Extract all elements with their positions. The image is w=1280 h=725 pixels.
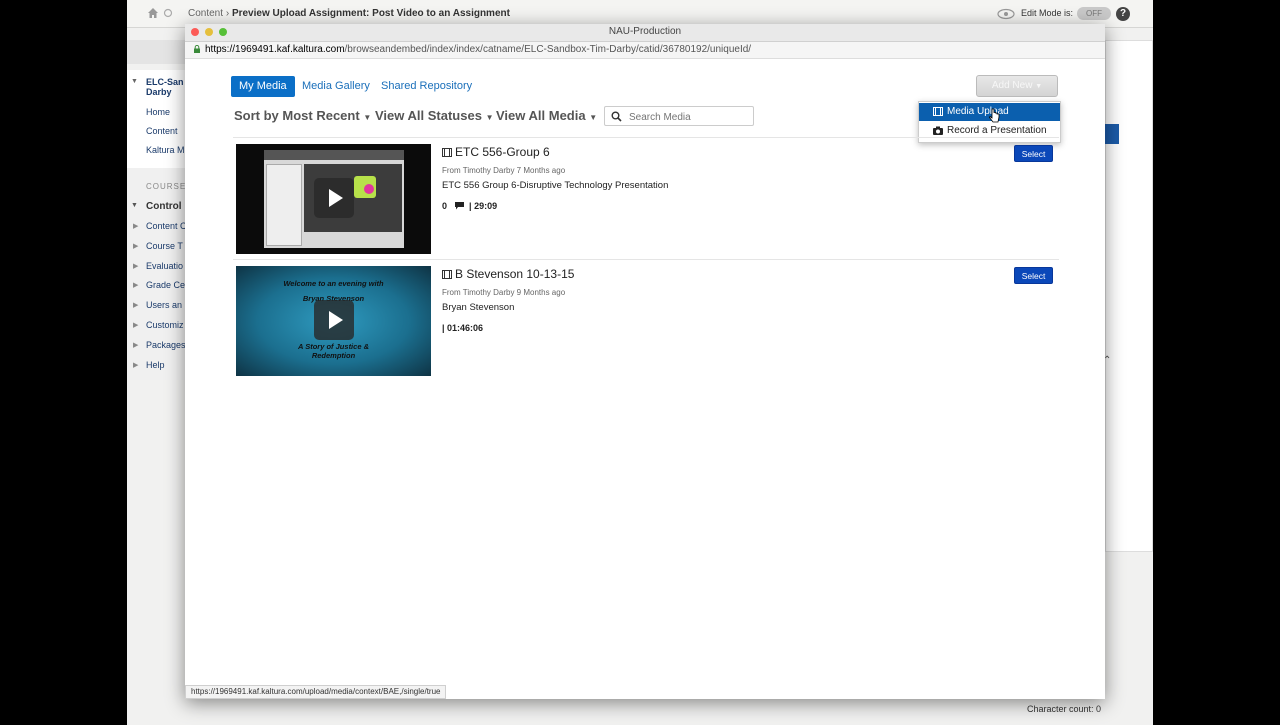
search-box[interactable] <box>604 106 754 126</box>
camera-icon <box>933 126 943 135</box>
entry-description: Bryan Stevenson <box>442 302 515 313</box>
expand-caret-icon: ▶ <box>133 322 139 329</box>
film-icon <box>442 148 452 157</box>
add-new-label: Add New <box>991 80 1033 91</box>
expand-caret-icon: ▶ <box>133 342 139 349</box>
search-input[interactable] <box>627 109 751 125</box>
status-filter-label: View All Statuses <box>375 108 482 123</box>
control-panel-title[interactable]: Control <box>146 201 182 212</box>
entry-stats: | 01:46:06 <box>442 323 483 333</box>
play-icon <box>314 300 354 340</box>
course-management-label: COURSE <box>146 182 187 191</box>
control-item-label: Grade Ce <box>146 280 185 290</box>
caret-down-icon: ▼ <box>363 113 372 122</box>
expand-caret-icon: ▶ <box>133 263 139 270</box>
course-menu-kaltura[interactable]: Kaltura M <box>146 145 186 155</box>
entry-meta: From Timothy Darby 7 Months ago <box>442 166 566 175</box>
divider <box>233 137 1059 138</box>
character-count: Character count: 0 <box>1027 704 1102 714</box>
home-icon[interactable] <box>147 7 159 19</box>
status-bar-url: https://1969491.kaf.kaltura.com/upload/m… <box>185 685 447 699</box>
breadcrumb: Content › Preview Upload Assignment: Pos… <box>188 8 510 19</box>
entry-meta: From Timothy Darby 9 Months ago <box>442 288 566 297</box>
expand-caret-icon: ▶ <box>133 282 139 289</box>
url-text: https://1969491.kaf.kaltura.com/browsean… <box>205 44 751 55</box>
select-button[interactable]: Select <box>1014 267 1053 284</box>
edit-mode-toggle[interactable]: OFF <box>1077 7 1111 20</box>
course-header-strip <box>127 40 185 64</box>
film-icon <box>933 107 943 116</box>
media-filter-dropdown[interactable]: View All Media ▼ <box>496 108 597 123</box>
sort-dropdown[interactable]: Sort by Most Recent ▼ <box>234 108 371 123</box>
control-panel: COURSE ▼ Control ▶ Content C ▶ Course T ▶ E… <box>127 168 185 380</box>
play-icon <box>314 178 354 218</box>
select-button[interactable]: Select <box>1014 145 1053 162</box>
status-filter-dropdown[interactable]: View All Statuses ▼ <box>375 108 493 123</box>
window-titlebar: NAU-Production <box>185 24 1105 42</box>
content-editor-area <box>1105 40 1153 552</box>
tab-my-media[interactable]: My Media <box>231 76 295 97</box>
entry-title-text: B Stevenson 10-13-15 <box>455 267 575 281</box>
help-icon[interactable]: ? <box>1116 7 1130 21</box>
thumbnail-text: A Story of Justice & <box>298 342 369 351</box>
expand-caret-icon: ▶ <box>133 362 139 369</box>
entry-description: ETC 556 Group 6-Disruptive Technology Pr… <box>442 180 669 191</box>
entry-duration: | 29:09 <box>469 201 498 211</box>
sort-label: Sort by Most Recent <box>234 108 360 123</box>
video-thumbnail[interactable]: Welcome to an evening with Bryan Stevens… <box>236 266 431 376</box>
url-domain: https://1969491.kaf.kaltura.com <box>205 44 345 55</box>
eye-icon <box>997 8 1015 20</box>
search-icon <box>611 111 622 122</box>
control-item-label: Packages <box>146 340 185 350</box>
control-item-label: Customiz <box>146 320 184 330</box>
expand-caret-icon: ▶ <box>133 243 139 250</box>
tab-shared-repository[interactable]: Shared Repository <box>381 76 472 97</box>
expand-caret-icon: ▶ <box>133 223 139 230</box>
course-title[interactable]: ELC-San <box>146 77 186 87</box>
thumbnail-text: Redemption <box>311 351 356 360</box>
edit-mode-label: Edit Mode is: <box>1021 8 1074 18</box>
divider <box>233 259 1059 260</box>
control-item-label: Help <box>146 360 165 370</box>
media-filter-label: View All Media <box>496 108 586 123</box>
video-thumbnail[interactable] <box>236 144 431 254</box>
control-item-label: Users an <box>146 300 183 310</box>
expand-caret-icon: ▶ <box>133 302 139 309</box>
breadcrumb-content-link[interactable]: Content <box>188 8 223 19</box>
address-bar[interactable]: https://1969491.kaf.kaltura.com/browsean… <box>185 42 1105 59</box>
course-menu-home[interactable]: Home <box>146 107 186 117</box>
course-menu-content[interactable]: Content <box>146 126 186 136</box>
collapse-caret-icon[interactable]: ▼ <box>131 202 138 209</box>
kaltura-browse-window: NAU-Production https://1969491.kaf.kaltu… <box>185 24 1105 699</box>
tab-media-gallery[interactable]: Media Gallery <box>302 76 370 97</box>
url-path: /browseandembed/index/index/catname/ELC-… <box>344 44 752 55</box>
thumbnail-text: Welcome to an evening with <box>283 279 384 288</box>
caret-down-icon: ▼ <box>485 113 494 122</box>
lock-icon <box>194 45 200 53</box>
entry-title[interactable]: ETC 556-Group 6 <box>442 145 550 159</box>
refresh-icon[interactable] <box>163 8 173 18</box>
breadcrumb-current: Preview Upload Assignment: Post Video to… <box>231 8 510 19</box>
collapse-caret-icon[interactable]: ▼ <box>131 78 138 85</box>
add-new-button[interactable]: Add New ▼ <box>976 75 1058 97</box>
course-title-line2[interactable]: Darby <box>146 87 186 97</box>
caret-down-icon: ▼ <box>1035 83 1043 90</box>
entry-title[interactable]: B Stevenson 10-13-15 <box>442 267 574 281</box>
control-item-label: Course T <box>146 241 183 251</box>
control-item-label: Evaluatio <box>146 261 184 271</box>
caret-down-icon: ▼ <box>589 113 598 122</box>
window-title: NAU-Production <box>608 26 682 37</box>
submit-button-edge[interactable] <box>1105 124 1119 144</box>
comment-count: 0 <box>442 201 448 211</box>
entry-stats: 0 | 29:09 <box>442 201 497 211</box>
cursor-icon <box>989 108 1000 123</box>
control-item-label: Content C <box>146 221 185 231</box>
entry-duration: | 01:46:06 <box>442 323 484 333</box>
comment-icon <box>454 202 464 210</box>
breadcrumb-separator: › <box>225 8 230 19</box>
film-icon <box>442 270 452 279</box>
entry-title-text: ETC 556-Group 6 <box>455 145 550 159</box>
